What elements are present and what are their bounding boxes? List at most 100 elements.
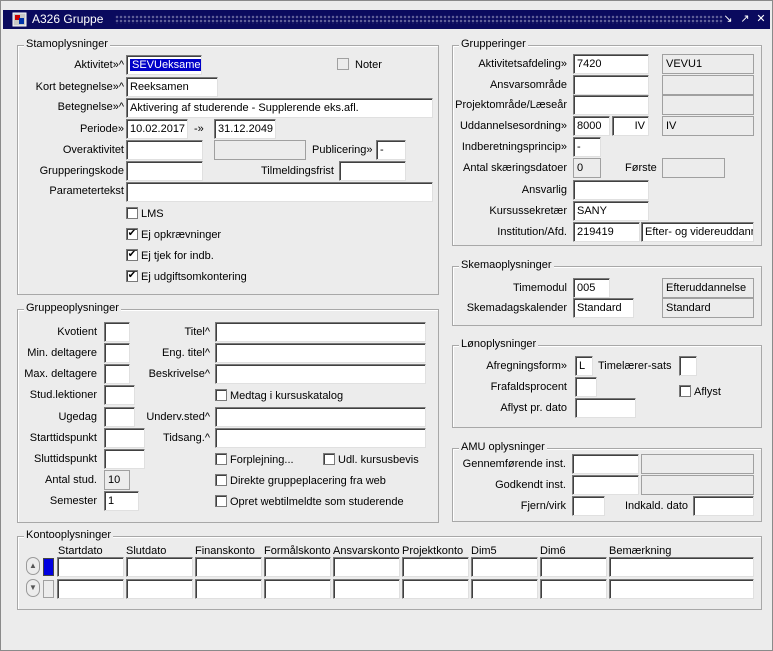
grupperingskode-field[interactable] <box>126 161 203 181</box>
beskrivelse-field[interactable] <box>215 364 426 384</box>
ej-opkraevninger-checkbox[interactable]: ✔ <box>126 228 138 240</box>
scroll-up-icon[interactable]: ▲ <box>26 557 40 575</box>
stud-lektioner-field[interactable] <box>104 385 135 405</box>
aktivitetsafdeling-field[interactable]: 7420 <box>573 54 649 74</box>
row-indicator[interactable] <box>43 580 54 598</box>
max-deltagere-field[interactable] <box>104 364 130 384</box>
uddannelsesordning-code[interactable]: IV <box>612 116 649 136</box>
periode-label: Periode» <box>79 123 124 135</box>
aflyst-dato-label: Aflyst pr. dato <box>500 402 567 414</box>
konto-cell[interactable] <box>264 557 331 577</box>
eng-titel-field[interactable] <box>215 343 426 363</box>
opret-checkbox[interactable] <box>215 495 227 507</box>
udl-kursusbevis-checkbox[interactable] <box>323 453 335 465</box>
overaktivitet-field[interactable] <box>126 140 203 160</box>
kort-field[interactable]: Reeksamen <box>126 77 218 97</box>
konto-cell[interactable] <box>126 557 193 577</box>
institution-label: Institution/Afd. <box>497 226 567 238</box>
tidsang-field[interactable] <box>215 428 426 448</box>
eng-titel-label: Eng. titel^ <box>162 347 210 359</box>
frafaldsprocent-field[interactable] <box>575 377 597 397</box>
aflyst-label: Aflyst <box>694 386 721 398</box>
noter-checkbox[interactable] <box>337 58 349 70</box>
skemadagskalender-field[interactable]: Standard <box>573 298 634 318</box>
aktivitet-field[interactable]: SEVUeksamen <box>126 55 202 75</box>
max-deltagere-label: Max. deltagere <box>24 368 97 380</box>
institution-field[interactable]: 219419 <box>573 222 640 242</box>
forste-field <box>662 158 725 178</box>
ugedag-field[interactable] <box>104 407 135 427</box>
ej-udgift-checkbox[interactable]: ✔ <box>126 270 138 282</box>
group-title: Skemaoplysninger <box>459 259 554 271</box>
konto-cell[interactable] <box>540 557 607 577</box>
betegnelse-field[interactable]: Aktivering af studerende - Supplerende e… <box>126 98 433 118</box>
uddannelsesordning-name: IV <box>662 116 754 136</box>
konto-cell[interactable] <box>609 557 754 577</box>
publicering-field[interactable]: - <box>376 140 406 160</box>
col-projektkonto: Projektkonto <box>402 545 464 557</box>
ansvarsomraade-field[interactable] <box>573 75 649 95</box>
projektomraade-label: Projektområde/Læseår <box>455 99 567 111</box>
konto-cell[interactable] <box>402 579 469 599</box>
konto-cell[interactable] <box>471 579 538 599</box>
underv-sted-field[interactable] <box>215 407 426 427</box>
gennemforende-inst-field[interactable] <box>572 454 639 474</box>
konto-cell[interactable] <box>195 579 262 599</box>
aflyst-checkbox[interactable] <box>679 385 691 397</box>
konto-cell[interactable] <box>471 557 538 577</box>
starttidspunkt-label: Starttidspunkt <box>29 432 97 444</box>
godkendt-inst-field[interactable] <box>572 475 639 495</box>
uddannelsesordning-field[interactable]: 8000 <box>573 116 610 136</box>
konto-cell[interactable] <box>609 579 754 599</box>
noter-label: Noter <box>355 59 382 71</box>
timelaerer-sats-field[interactable] <box>679 356 697 376</box>
tilmeldingsfrist-field[interactable] <box>339 161 406 181</box>
projektomraade-field[interactable] <box>573 95 649 115</box>
konto-cell[interactable] <box>264 579 331 599</box>
konto-cell[interactable] <box>195 557 262 577</box>
konto-cell[interactable] <box>333 557 400 577</box>
konto-cell[interactable] <box>126 579 193 599</box>
sluttidspunkt-field[interactable] <box>104 449 145 469</box>
maximize-icon[interactable]: ↗ <box>738 12 752 26</box>
minimize-icon[interactable]: ↘ <box>721 12 735 26</box>
title-pattern <box>115 15 723 24</box>
indkald-dato-field[interactable] <box>693 496 754 516</box>
semester-field[interactable]: 1 <box>104 491 139 511</box>
fjern-virk-field[interactable] <box>572 496 605 516</box>
kvotient-field[interactable] <box>104 322 130 342</box>
institution-name[interactable]: Efter- og videreuddannelse <box>641 222 754 242</box>
indberetningsprincip-field[interactable]: - <box>573 137 601 157</box>
timemodul-field[interactable]: 005 <box>573 278 610 298</box>
konto-cell[interactable] <box>540 579 607 599</box>
titel-field[interactable] <box>215 322 426 342</box>
afregningsform-field[interactable]: L <box>575 356 593 376</box>
kursussekretaer-field[interactable]: SANY <box>573 201 649 221</box>
direkte-checkbox[interactable] <box>215 474 227 486</box>
periode-to-field[interactable]: 31.12.2049 <box>214 119 276 139</box>
starttidspunkt-field[interactable] <box>104 428 145 448</box>
periode-from-field[interactable]: 10.02.2017 <box>126 119 188 139</box>
row-indicator-current[interactable] <box>43 558 54 576</box>
sluttidspunkt-label: Sluttidspunkt <box>34 453 97 465</box>
kvotient-label: Kvotient <box>57 326 97 338</box>
close-icon[interactable]: ✕ <box>754 12 768 26</box>
aflyst-dato-field[interactable] <box>575 398 636 418</box>
scroll-down-icon[interactable]: ▼ <box>26 579 40 597</box>
godkendt-inst-label: Godkendt inst. <box>495 479 566 491</box>
forplejning-checkbox[interactable] <box>215 453 227 465</box>
parametertekst-field[interactable] <box>126 182 433 202</box>
konto-cell[interactable] <box>57 579 124 599</box>
konto-cell[interactable] <box>402 557 469 577</box>
min-deltagere-field[interactable] <box>104 343 130 363</box>
ej-tjek-checkbox[interactable]: ✔ <box>126 249 138 261</box>
medtag-checkbox[interactable] <box>215 389 227 401</box>
ansvarlig-field[interactable] <box>573 180 649 200</box>
col-slutdato: Slutdato <box>126 545 167 557</box>
aktivitetsafdeling-label: Aktivitetsafdeling» <box>478 58 567 70</box>
lms-checkbox[interactable] <box>126 207 138 219</box>
konto-cell[interactable] <box>333 579 400 599</box>
udl-kursusbevis-label: Udl. kursusbevis <box>338 454 419 466</box>
konto-cell[interactable] <box>57 557 124 577</box>
timelaerer-sats-label: Timelærer-sats <box>598 360 672 372</box>
